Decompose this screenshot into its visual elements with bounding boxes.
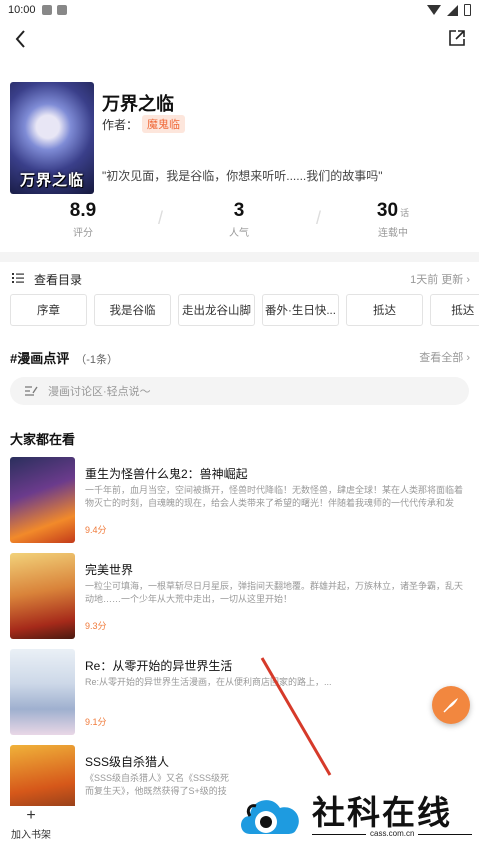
watermark-logo-icon [241, 800, 299, 834]
chapter-button[interactable]: 抵达（ [430, 294, 479, 326]
chapter-button[interactable]: 抵达 [346, 294, 423, 326]
toc-update-time[interactable]: 1天前 更新 › [410, 271, 470, 287]
recommend-desc: 一千年前，血月当空，空间被撕开，怪兽时代降临！无数怪兽，肆虐全球！某在人类那将面… [85, 485, 464, 508]
author-row: 作者： 魔鬼临 [102, 115, 186, 133]
recommend-title: 重生为怪兽什么鬼2：兽神崛起 [85, 467, 248, 481]
author-label: 作者： [102, 117, 139, 132]
stat-value: 8.9 [69, 200, 97, 221]
edit-icon [25, 386, 38, 396]
recommend-desc: Re:从零开始的异世界生活漫画，在从便利商店回家的路上，... [85, 677, 332, 687]
toc-row[interactable]: 查看目录 1天前 更新 › [10, 270, 470, 288]
stat-label: 连载中 [378, 228, 408, 239]
recommend-score: 9.3分 [85, 621, 107, 631]
view-all-reviews-link[interactable]: 查看全部 › [419, 349, 470, 365]
bottom-bar: + 加入书架 [0, 806, 232, 852]
recommend-item[interactable]: 完美世界 一粒尘可填海，一根草斩尽日月星辰，弹指间天翻地覆。群雄并起，万族林立，… [10, 553, 470, 639]
notification-icon [56, 5, 67, 15]
wifi-icon [427, 5, 441, 15]
manga-tagline: "初次见面，我是谷临，你想来听听......我们的故事吗" [102, 169, 383, 183]
chapter-button[interactable]: 我是谷临 [94, 294, 171, 326]
watermark-name: 社科在线 [312, 793, 452, 832]
write-comment-fab[interactable] [432, 686, 470, 724]
stats-row: 8.9 评分 / 3 人气 / 30 话 连载中 [0, 200, 479, 244]
notification-icon [41, 5, 52, 15]
add-to-shelf-label: 加入书架 [11, 830, 51, 841]
review-header: #漫画点评 （-1条） 查看全部 › [10, 348, 470, 366]
plus-icon: + [26, 807, 36, 824]
comment-placeholder: 漫画讨论区·轻点说～ [48, 386, 151, 398]
recommend-cover[interactable] [10, 745, 75, 806]
recommend-desc: 一粒尘可填海，一根草斩尽日月星辰，弹指间天翻地覆。群雄并起，万族林立，诸圣争霸，… [85, 581, 464, 604]
author-tag[interactable]: 魔鬼临 [142, 115, 186, 133]
recommend-item[interactable]: 重生为怪兽什么鬼2：兽神崛起 一千年前，血月当空，空间被撕开，怪兽时代降临！无数… [10, 457, 470, 543]
comment-input[interactable]: 漫画讨论区·轻点说～ [10, 377, 469, 405]
status-bar: 10:00 [0, 0, 479, 20]
watermark: 社科在线 cass.com.cn [232, 782, 479, 852]
feather-pen-icon [443, 698, 458, 713]
stat-label: 人气 [229, 228, 249, 239]
chapter-list: 序章 我是谷临 走出龙谷山脚 番外·生日快... 抵达 抵达（ [10, 294, 479, 326]
battery-icon [464, 4, 471, 16]
recommend-title: 完美世界 [85, 563, 134, 577]
cover-title-text: 万界之临 [19, 172, 84, 189]
stat-popularity: 3 人气 [194, 200, 284, 239]
recommend-title: Re：从零开始的异世界生活 [85, 659, 233, 673]
recommend-title: SSS级自杀猎人 [85, 755, 170, 769]
recommend-cover[interactable] [10, 457, 75, 543]
section-divider [0, 252, 479, 262]
recommend-score: 9.1分 [85, 717, 107, 727]
stat-chapters: 30 话 连载中 [348, 200, 438, 239]
chapter-button[interactable]: 序章 [10, 294, 87, 326]
stat-rating: 8.9 评分 [38, 200, 128, 239]
stat-label: 评分 [73, 228, 93, 239]
share-icon[interactable] [447, 28, 467, 48]
recommend-cover[interactable] [10, 649, 75, 735]
review-title: #漫画点评 [10, 351, 70, 366]
list-icon [12, 273, 24, 283]
status-time: 10:00 [8, 4, 36, 16]
back-arrow-icon[interactable] [10, 26, 32, 52]
top-nav [0, 22, 479, 56]
toc-label[interactable]: 查看目录 [34, 271, 82, 288]
chapter-button[interactable]: 走出龙谷山脚 [178, 294, 255, 326]
chapter-button[interactable]: 番外·生日快... [262, 294, 339, 326]
manga-title: 万界之临 [102, 94, 174, 114]
signal-icon [447, 4, 458, 16]
stat-divider: / [316, 208, 322, 228]
recommend-cover[interactable] [10, 553, 75, 639]
add-to-shelf-button[interactable]: + 加入书架 [8, 807, 54, 842]
stat-value: 30 [376, 200, 399, 221]
stat-value: 3 [233, 200, 245, 221]
stat-divider: / [158, 208, 164, 228]
recommend-item[interactable]: Re：从零开始的异世界生活 Re:从零开始的异世界生活漫画，在从便利商店回家的路… [10, 649, 470, 735]
recommend-section-title: 大家都在看 [10, 432, 76, 447]
watermark-url: cass.com.cn [366, 829, 419, 838]
manga-cover[interactable]: 万界之临 [10, 82, 94, 194]
manga-header: 万界之临 万界之临 作者： 魔鬼临 "初次见面，我是谷临，你想来听听......… [10, 82, 470, 194]
recommend-desc: 《SSS级自杀猎人》又名《SSS级死而复生天》，他既然获得了S+级的技能，但开心… [85, 773, 230, 796]
recommend-score: 9.4分 [85, 525, 107, 535]
stat-unit: 话 [400, 208, 410, 218]
review-count: （-1条） [75, 354, 119, 366]
